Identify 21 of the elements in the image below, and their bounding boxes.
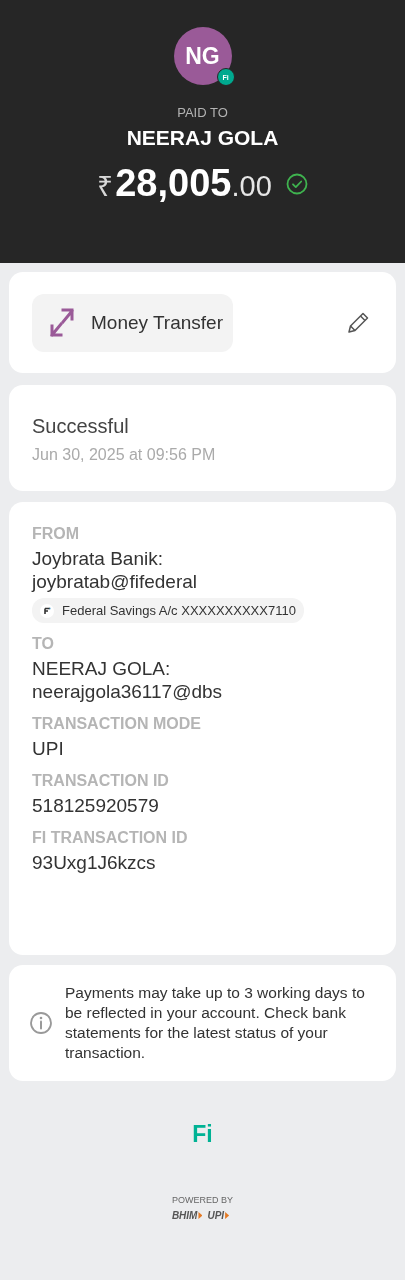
amount: ₹28,005.00 xyxy=(97,162,272,205)
field-label: TRANSACTION MODE xyxy=(32,715,202,733)
field-value: UPI xyxy=(32,737,65,760)
fi-logo: Fi xyxy=(192,1121,213,1148)
field-value: 93Uxg1J6kzcs xyxy=(32,851,157,874)
payee-name: NEERAJ GOLA xyxy=(126,126,279,150)
field-label: TO xyxy=(32,635,55,653)
field-label: TRANSACTION ID xyxy=(32,772,170,790)
field-value: NEERAJ GOLA: neerajgola36117@dbs xyxy=(32,657,224,703)
account-chip: Federal Savings A/c XXXXXXXXXX7110 xyxy=(32,598,304,623)
category-chip[interactable]: Money Transfer xyxy=(32,293,233,352)
bhim-upi-logo: BHIM UPI xyxy=(171,1210,234,1221)
field-value: Joybrata Banik: joybratab@fifederal xyxy=(32,547,199,593)
field-label: FI TRANSACTION ID xyxy=(32,829,189,847)
field-value: 518125920579 xyxy=(32,794,160,817)
field-label: FROM xyxy=(32,525,81,543)
timestamp: Jun 30, 2025 at 09:56 PM xyxy=(32,446,217,464)
notice-text: Payments may take up to 3 working days to be reflected in your account. Check bank statements for the latest status of your transaction. xyxy=(65,983,366,1063)
status-text: Successful xyxy=(32,415,130,438)
powered-by-label: POWERED BY xyxy=(172,1195,233,1205)
paid-to-label: PAID TO xyxy=(177,105,228,120)
